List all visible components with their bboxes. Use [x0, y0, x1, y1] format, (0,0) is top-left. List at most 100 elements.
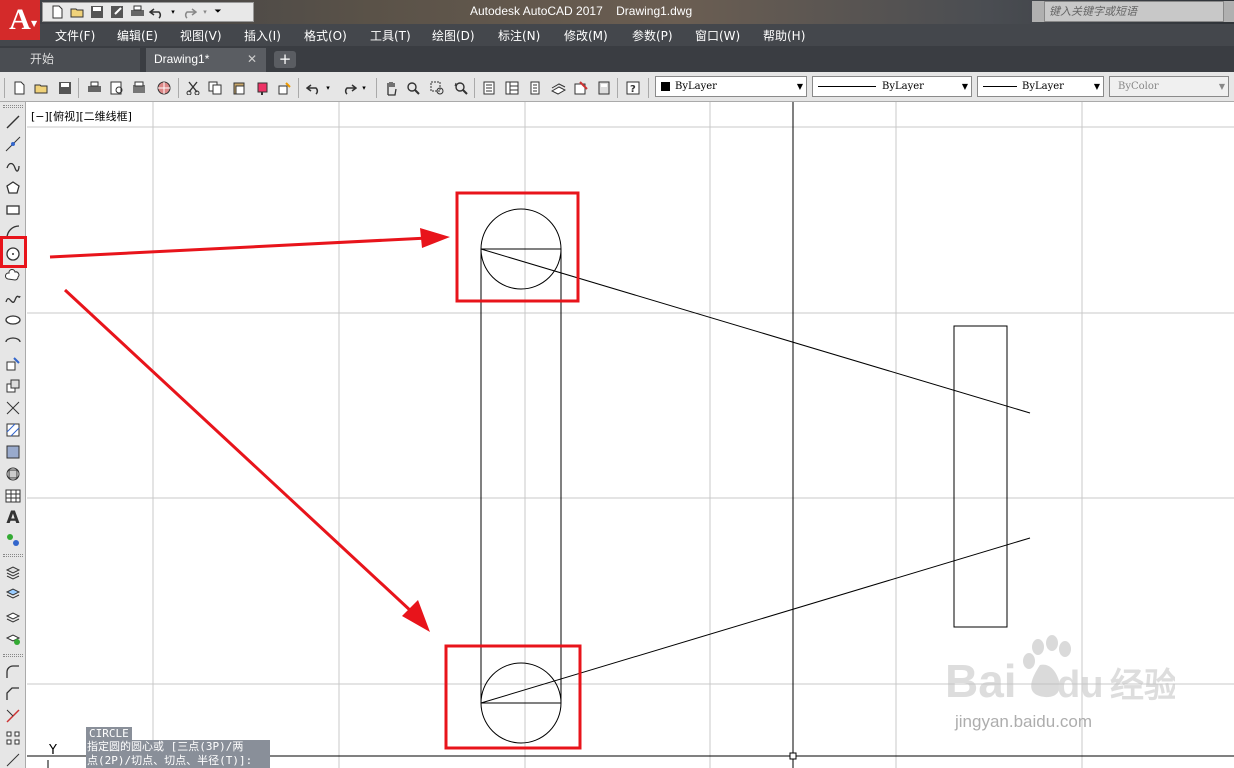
line-icon[interactable]	[3, 112, 23, 132]
undo-icon[interactable]	[305, 79, 323, 97]
title-bar: ▾ ▾ ⏷ Autodesk AutoCAD 2017 Drawing1.dwg…	[0, 0, 1234, 24]
toolbar-grip[interactable]	[4, 78, 5, 98]
menu-format[interactable]: 格式(O)	[304, 27, 347, 44]
revision-cloud-icon[interactable]	[3, 266, 23, 286]
open-folder-icon[interactable]	[69, 4, 85, 20]
linetype-control-dropdown[interactable]: ByLayer ▼	[812, 76, 972, 97]
new-tab-button[interactable]: +	[274, 51, 296, 68]
add-selected-icon[interactable]	[3, 530, 23, 550]
menu-file[interactable]: 文件(F)	[55, 27, 95, 44]
search-input[interactable]: 键入关键字或短语	[1044, 1, 1224, 22]
open-icon[interactable]	[32, 79, 50, 97]
toolbar-grip[interactable]	[3, 554, 23, 557]
menu-parameters[interactable]: 参数(P)	[632, 27, 673, 44]
tab-start[interactable]: 开始	[0, 48, 140, 72]
save-icon[interactable]	[56, 79, 74, 97]
hatch-icon[interactable]	[3, 420, 23, 440]
help-icon[interactable]: ?	[624, 79, 642, 97]
menu-help[interactable]: 帮助(H)	[763, 27, 805, 44]
publish-icon[interactable]	[130, 79, 148, 97]
zoom-realtime-icon[interactable]	[404, 79, 422, 97]
pan-icon[interactable]	[382, 79, 400, 97]
menu-dimension[interactable]: 标注(N)	[498, 27, 540, 44]
ellipse-icon[interactable]	[3, 310, 23, 330]
paste-icon[interactable]	[230, 79, 248, 97]
plot-icon[interactable]	[85, 79, 103, 97]
menu-bar: 文件(F) 编辑(E) 视图(V) 插入(I) 格式(O) 工具(T) 绘图(D…	[0, 24, 1234, 46]
table-icon[interactable]	[3, 486, 23, 506]
design-center-icon[interactable]	[503, 79, 521, 97]
match-properties-icon[interactable]	[254, 79, 272, 97]
qnew-icon[interactable]	[10, 79, 28, 97]
close-icon[interactable]: ✕	[247, 52, 257, 66]
spline-icon[interactable]	[3, 288, 23, 308]
redo-icon[interactable]	[340, 79, 358, 97]
toolbar-grip[interactable]	[3, 105, 23, 108]
block-editor-icon[interactable]	[276, 79, 294, 97]
plot-preview-icon[interactable]	[108, 79, 126, 97]
new-file-icon[interactable]	[49, 4, 65, 20]
3d-print-icon[interactable]	[155, 79, 173, 97]
layer-properties-icon[interactable]	[3, 562, 23, 582]
menu-view[interactable]: 视图(V)	[180, 27, 222, 44]
plotstyle-control-dropdown[interactable]: ByColor ▼	[1109, 76, 1229, 97]
menu-edit[interactable]: 编辑(E)	[117, 27, 158, 44]
lineweight-control-dropdown[interactable]: ByLayer ▼	[977, 76, 1104, 97]
color-control-dropdown[interactable]: ByLayer ▼	[655, 76, 807, 97]
customize-qat-icon[interactable]: ⏷	[213, 4, 223, 20]
menu-window[interactable]: 窗口(W)	[695, 27, 740, 44]
standard-toolbar: ▾ ▾ ? ByLayer ▼ ByLayer ▼ ByLayer ▼ ByCo…	[0, 72, 1234, 102]
redo-dropdown-icon[interactable]: ▾	[201, 4, 209, 20]
cut-icon[interactable]	[184, 79, 202, 97]
tool-palettes-icon[interactable]	[526, 79, 544, 97]
sheet-set-icon[interactable]	[549, 79, 567, 97]
rectangle-icon[interactable]	[3, 200, 23, 220]
copy-icon[interactable]	[206, 79, 224, 97]
trim-icon[interactable]	[3, 706, 23, 726]
linetype-value: ByLayer	[882, 81, 924, 92]
insert-block-icon[interactable]	[3, 354, 23, 374]
zoom-previous-icon[interactable]	[452, 79, 470, 97]
gradient-icon[interactable]	[3, 442, 23, 462]
construction-line-icon[interactable]	[3, 134, 23, 154]
chevron-down-icon: ▼	[796, 82, 803, 91]
make-block-icon[interactable]	[3, 376, 23, 396]
undo-dropdown-icon[interactable]: ▾	[324, 79, 332, 97]
chamfer-icon[interactable]	[3, 684, 23, 704]
point-icon[interactable]	[3, 398, 23, 418]
save-icon[interactable]	[89, 4, 105, 20]
menu-insert[interactable]: 插入(I)	[244, 27, 281, 44]
region-icon[interactable]	[3, 464, 23, 484]
file-tab-bar: 开始 Drawing1*	[0, 46, 1234, 72]
ellipse-arc-icon[interactable]	[3, 332, 23, 352]
array-icon[interactable]	[3, 728, 23, 748]
menu-modify[interactable]: 修改(M)	[564, 27, 608, 44]
zoom-window-icon[interactable]	[428, 79, 446, 97]
toolbar-grip[interactable]	[648, 78, 649, 98]
layer-previous-icon[interactable]	[3, 606, 23, 626]
undo-icon[interactable]	[149, 4, 165, 20]
redo-icon[interactable]	[181, 4, 197, 20]
toolbar-grip[interactable]	[3, 654, 23, 657]
print-icon[interactable]	[129, 4, 145, 20]
layer-isolate-icon[interactable]	[3, 628, 23, 648]
properties-icon[interactable]	[480, 79, 498, 97]
save-as-icon[interactable]	[109, 4, 125, 20]
calculator-icon[interactable]	[595, 79, 613, 97]
menu-tools[interactable]: 工具(T)	[370, 27, 411, 44]
layer-state-icon[interactable]	[3, 584, 23, 604]
redo-dropdown-icon[interactable]: ▾	[360, 79, 368, 97]
markup-icon[interactable]	[572, 79, 590, 97]
fillet-icon[interactable]	[3, 662, 23, 682]
polygon-icon[interactable]	[3, 178, 23, 198]
toolbar-separator	[474, 78, 475, 98]
search-scroll[interactable]	[1032, 1, 1044, 22]
polyline-icon[interactable]	[3, 156, 23, 176]
viewport-controls-label[interactable]: [−][俯视][二维线框]	[31, 108, 132, 124]
toolbar-separator	[178, 78, 179, 98]
undo-dropdown-icon[interactable]: ▾	[169, 4, 177, 20]
menu-draw[interactable]: 绘图(D)	[432, 27, 475, 44]
multiline-text-icon[interactable]: A	[3, 508, 23, 528]
stretch-icon[interactable]	[3, 750, 23, 768]
toolbar-separator	[78, 78, 79, 98]
